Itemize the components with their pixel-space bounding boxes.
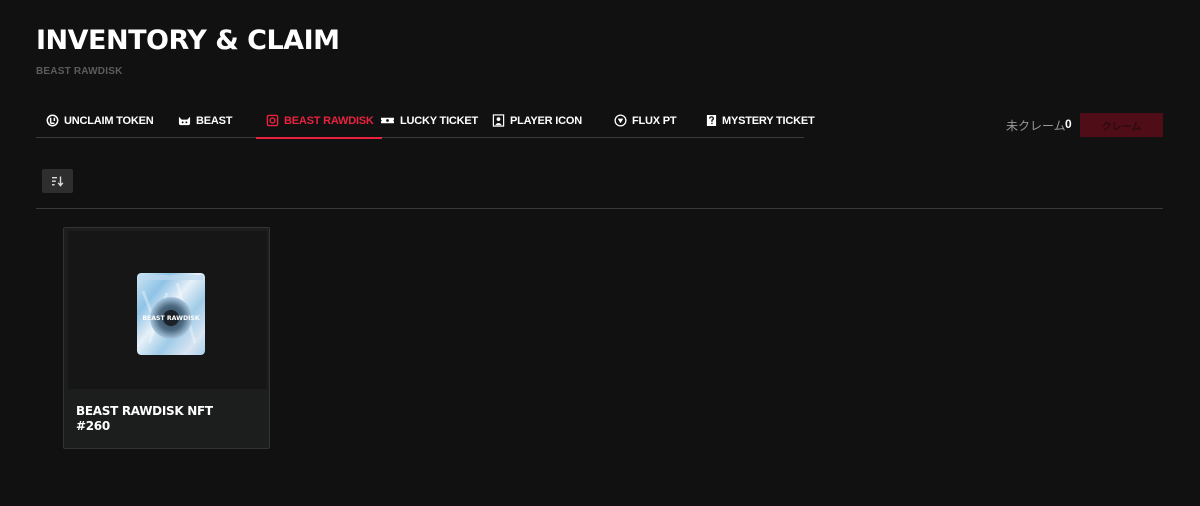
rawdisk-package-image: BEAST RAWDISK: [137, 273, 205, 355]
tab-beast-rawdisk[interactable]: BEAST RAWDISK: [256, 103, 382, 139]
cat-face-icon: [178, 114, 191, 127]
nft-card[interactable]: BEAST RAWDISK BEAST RAWDISK NFT #260: [63, 227, 270, 449]
sort-button[interactable]: [42, 169, 73, 193]
ticket-icon: [380, 114, 395, 127]
tab-label: MYSTERY TICKET: [722, 114, 815, 127]
tab-label: BEAST: [196, 114, 233, 127]
question-icon: [706, 114, 717, 127]
category-tabs: UNCLAIM TOKEN BEAST BEAST RAWDISK LUCKY …: [36, 103, 815, 139]
inventory-page: INVENTORY & CLAIM BEAST RAWDISK UNCLAIM …: [0, 0, 1200, 506]
token-icon: [46, 114, 59, 127]
sort-icon: [51, 176, 64, 187]
tab-label: UNCLAIM TOKEN: [64, 114, 154, 127]
nft-name: BEAST RAWDISK NFT: [76, 404, 213, 418]
page-title: INVENTORY & CLAIM: [36, 25, 340, 56]
tab-label: FLUX PT: [632, 114, 677, 127]
nft-number: #260: [76, 419, 110, 433]
content-divider: [36, 208, 1163, 209]
tab-mystery-ticket[interactable]: MYSTERY TICKET: [706, 103, 815, 138]
tab-label: LUCKY TICKET: [400, 114, 479, 127]
disk-icon: [266, 114, 279, 127]
tab-label: PLAYER ICON: [510, 114, 582, 127]
unclaimed-count: 0: [1065, 117, 1072, 131]
nft-image-frame: BEAST RAWDISK: [68, 231, 267, 389]
tab-label: BEAST RAWDISK: [284, 114, 374, 127]
player-icon: [492, 114, 505, 127]
tab-beast[interactable]: BEAST: [178, 103, 232, 138]
tab-unclaim-token[interactable]: UNCLAIM TOKEN: [46, 103, 154, 138]
tab-player-icon[interactable]: PLAYER ICON: [492, 103, 582, 138]
tab-lucky-ticket[interactable]: LUCKY TICKET: [380, 103, 478, 138]
unclaimed-label: 未クレーム: [1006, 119, 1066, 133]
flux-icon: [614, 114, 627, 127]
package-label: BEAST RAWDISK: [142, 315, 200, 322]
claim-button[interactable]: クレーム: [1080, 113, 1163, 137]
page-subtitle: BEAST RAWDISK: [36, 66, 123, 77]
tab-flux-pt[interactable]: FLUX PT: [614, 103, 677, 138]
nft-card-title: BEAST RAWDISK NFT #260: [76, 404, 261, 434]
